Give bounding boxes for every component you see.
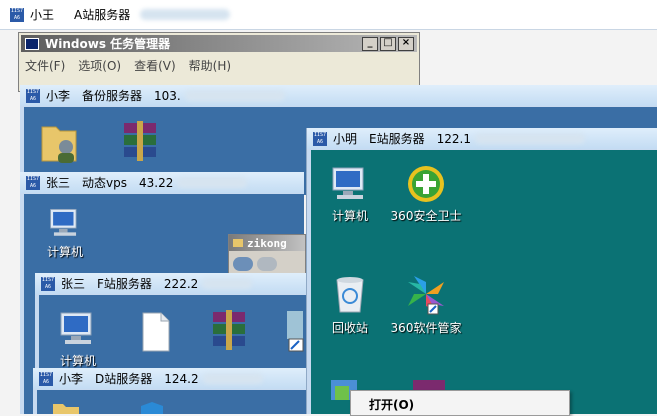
forward-button[interactable]: [257, 257, 277, 271]
redacted-ip: [177, 177, 248, 188]
window-titlebar[interactable]: IIS7 A6 张三 F站服务器 222.2: [35, 273, 306, 294]
redacted-ip: [184, 90, 285, 101]
context-menu: 打开(O): [350, 390, 570, 416]
shortcut-app-icon[interactable]: [285, 309, 306, 353]
window-titlebar[interactable]: IIS7 A6 小李 备份服务器 103.: [20, 85, 657, 106]
remote-desktop: [37, 390, 306, 414]
window-user: 小王: [30, 8, 55, 22]
redacted-ip: [474, 133, 585, 144]
desktop-icon-360-software[interactable]: 360软件管家: [389, 272, 463, 336]
icon-label: 计算机: [331, 209, 368, 223]
window-title: F站服务器: [97, 277, 152, 291]
menu-help[interactable]: 帮助(H): [189, 57, 231, 74]
window-user: 小李: [46, 89, 71, 103]
app-logo-icon: IIS7 A6: [26, 88, 40, 103]
menu-view[interactable]: 查看(V): [134, 57, 176, 74]
computer-icon: [60, 312, 92, 344]
folder-icon: [233, 239, 243, 247]
winrar-archive-icon[interactable]: [120, 121, 160, 161]
app-logo-icon: IIS7 A6: [39, 371, 53, 386]
app-logo-icon: IIS7 A6: [10, 7, 24, 22]
window-xiaoming-e-server: IIS7 A6 小明 E站服务器 122.1 计算机 360安全卫士 回收站 3…: [306, 128, 657, 414]
computer-icon: [332, 167, 364, 199]
folder-icon[interactable]: [51, 400, 81, 414]
window-ip: 122.1: [436, 131, 471, 146]
window-xiaoli-d-server: IIS7 A6 小李 D站服务器 124.2: [33, 368, 306, 414]
user-folder-icon[interactable]: [38, 119, 82, 165]
icon-label: 回收站: [331, 321, 368, 335]
winrar-archive-icon[interactable]: [209, 309, 249, 351]
icon-label: 360安全卫士: [390, 209, 462, 223]
window-task-manager: Windows 任务管理器 _ □ × 文件(F) 选项(O) 查看(V) 帮助…: [18, 32, 420, 92]
window-user: 张三: [61, 277, 86, 291]
task-manager-title: Windows 任务管理器: [45, 37, 171, 51]
desktop-icon-computer[interactable]: 计算机: [313, 164, 387, 224]
app-logo-icon: IIS7 A6: [313, 131, 327, 146]
window-user: 小李: [59, 372, 84, 386]
icon-label: 计算机: [46, 245, 83, 259]
zikong-title: zikong: [247, 236, 287, 250]
context-menu-open[interactable]: 打开(O): [369, 396, 414, 413]
window-ip: 124.2: [164, 371, 199, 386]
window-ip: 222.2: [163, 276, 199, 291]
app-logo-icon: IIS7 A6: [41, 276, 55, 291]
menu-file[interactable]: 文件(F): [25, 57, 65, 74]
window-ip: 103.: [154, 88, 181, 103]
task-manager-icon: [25, 37, 39, 50]
window-title: 备份服务器: [82, 89, 143, 103]
window-user: 小明: [333, 132, 358, 146]
icon-label: 360软件管家: [390, 321, 462, 335]
redacted-ip: [202, 278, 253, 289]
shield-icon[interactable]: [139, 400, 165, 414]
back-button[interactable]: [233, 257, 253, 271]
desktop-icon-360-safe[interactable]: 360安全卫士: [389, 164, 463, 224]
desktop-icon-recycle-bin[interactable]: 回收站: [313, 272, 387, 336]
task-manager-menubar: 文件(F) 选项(O) 查看(V) 帮助(H): [25, 57, 231, 74]
window-titlebar[interactable]: IIS7 A6 张三 动态vps 43.22: [20, 172, 304, 193]
icon-label: 计算机: [59, 354, 96, 368]
desktop-icon-computer[interactable]: 计算机: [28, 206, 102, 260]
redacted-ip: [140, 9, 231, 20]
minimize-button[interactable]: _: [362, 37, 378, 51]
menu-options[interactable]: 选项(O): [78, 57, 121, 74]
window-titlebar[interactable]: IIS7 A6 小李 D站服务器 124.2: [33, 368, 306, 389]
remote-desktop: 计算机 360安全卫士 回收站 360软件管家: [311, 150, 657, 414]
window-xiaowang-a-server: IIS7 A6 小王 A站服务器: [0, 0, 657, 30]
window-title: D站服务器: [95, 372, 153, 386]
recycle-bin-icon: [336, 277, 364, 313]
window-title: E站服务器: [369, 132, 425, 146]
window-title: 动态vps: [82, 176, 127, 190]
maximize-button[interactable]: □: [380, 37, 396, 51]
window-user: 张三: [46, 176, 71, 190]
360-safe-icon: [408, 166, 444, 202]
window-titlebar[interactable]: IIS7 A6 小明 E站服务器 122.1: [307, 128, 657, 149]
desktop-icon-computer[interactable]: 计算机: [41, 309, 115, 369]
window-zikong: zikong: [228, 234, 306, 274]
app-logo-icon: IIS7 A6: [26, 175, 40, 190]
360-software-manager-icon: [408, 276, 444, 315]
redacted-ip: [202, 373, 263, 384]
window-ip: 43.22: [139, 175, 174, 190]
task-manager-titlebar: Windows 任务管理器 _ □ ×: [21, 35, 417, 52]
close-button[interactable]: ×: [398, 37, 414, 51]
zikong-titlebar[interactable]: zikong: [229, 235, 305, 251]
document-file-icon[interactable]: [139, 311, 173, 353]
computer-icon: [50, 208, 77, 236]
window-title: A站服务器: [74, 8, 131, 22]
